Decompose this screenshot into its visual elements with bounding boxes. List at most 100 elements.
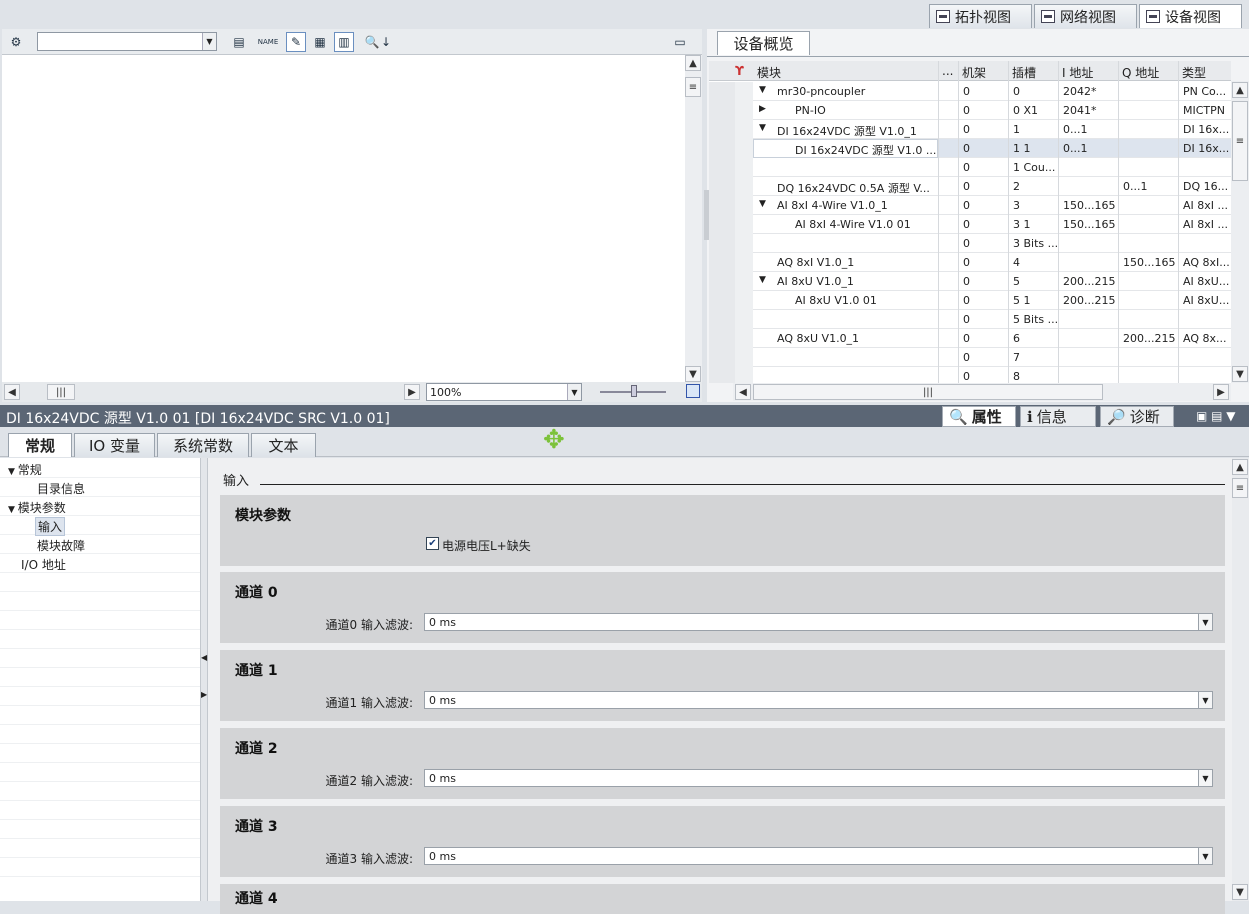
table-row[interactable]: ▼ AI 8xI 4-Wire V1.0_1 0 3 150...165 AI 8xI .… (709, 196, 1231, 215)
device-tool-icon[interactable]: ⚙ (6, 32, 26, 52)
col-dots[interactable]: ... (942, 64, 953, 78)
table-row[interactable]: AQ 8xU V1.0_1 0 6 200...215 AQ 8x... (709, 329, 1231, 348)
subtab-system-constants[interactable]: 系统常数 (157, 433, 249, 457)
scroll-left-icon[interactable]: ◀ (4, 384, 20, 400)
scroll-down-icon[interactable]: ▼ (1232, 366, 1248, 382)
show-module-labels-icon[interactable]: ▤ (229, 32, 249, 52)
table-row[interactable]: DQ 16x24VDC 0.5A 源型 V... 0 2 0...1 DQ 16... (709, 177, 1231, 196)
scroll-down-icon[interactable]: ▼ (1232, 884, 1248, 900)
table-row[interactable]: AI 8xU V1.0 01 0 5 1 200...215 AI 8xU... (709, 291, 1231, 310)
overview-horizontal-scrollbar[interactable]: ◀ ||| ▶ (733, 383, 1231, 401)
nav-io-address[interactable]: I/O 地址 (21, 556, 66, 573)
window-controls-icon[interactable]: ▣ ▤ ▼ (1196, 409, 1236, 423)
horizontal-scroll-thumb[interactable]: ||| (47, 384, 75, 400)
nav-module-fault[interactable]: 模块故障 (37, 537, 85, 554)
scroll-thumb[interactable]: ≡ (1232, 478, 1248, 498)
zoom-select[interactable]: 100% ▼ (426, 383, 582, 401)
collapse-left-icon[interactable]: ◀ (201, 653, 207, 662)
table-row[interactable]: AQ 8xI V1.0_1 0 4 150...165 AQ 8xI... (709, 253, 1231, 272)
overview-toggle-icon[interactable]: ▭ (670, 32, 690, 52)
row-expander-icon[interactable]: ▼ (759, 123, 766, 133)
table-row[interactable]: ▶ PN-IO 0 0 X1 2041* MICTPN (709, 101, 1231, 120)
col-q-address[interactable]: Q 地址 (1122, 64, 1159, 81)
scroll-up-icon[interactable]: ▲ (1232, 82, 1248, 98)
chevron-down-icon[interactable]: ▼ (1198, 770, 1212, 786)
chevron-down-icon[interactable]: ▼ (202, 33, 216, 50)
horizontal-scroll-thumb[interactable]: ||| (753, 384, 1103, 400)
row-expander-icon[interactable]: ▼ (759, 85, 766, 95)
table-row[interactable]: 07 (709, 348, 1231, 367)
scroll-down-icon[interactable]: ▼ (685, 366, 701, 382)
graphic-canvas[interactable] (2, 55, 685, 382)
tab-properties-label: 属性 (971, 408, 1002, 426)
subtab-texts[interactable]: 文本 (251, 433, 316, 457)
scroll-right-icon[interactable]: ▶ (404, 384, 420, 400)
chevron-down-icon[interactable]: ▼ (1198, 614, 1212, 630)
scroll-right-icon[interactable]: ▶ (1213, 384, 1229, 400)
row-expander-icon[interactable]: ▶ (759, 104, 766, 114)
expand-right-icon[interactable]: ▶ (201, 690, 207, 699)
supply-voltage-checkbox[interactable]: ✔ (426, 537, 439, 550)
device-select[interactable]: ▼ (37, 32, 217, 51)
tab-topology-view[interactable]: 拓扑视图 (929, 4, 1032, 28)
chevron-down-icon[interactable]: ▼ (567, 384, 581, 400)
table-row[interactable]: 0 5 Bits ... (709, 310, 1231, 329)
nav-module-params[interactable]: ▼ 模块参数 (8, 499, 66, 516)
move-icon[interactable]: ✥ (543, 427, 565, 453)
nav-input[interactable]: 输入 (35, 517, 66, 536)
tab-device-view[interactable]: 设备视图 (1139, 4, 1242, 28)
tab-device-overview[interactable]: 设备概览 (717, 31, 810, 55)
row-expander-icon[interactable]: ▼ (759, 275, 766, 285)
diagnostic-tool-icon[interactable]: ϒ (735, 64, 744, 78)
scroll-thumb[interactable]: ≡ (685, 77, 701, 97)
table-row[interactable]: DI 16x24VDC 源型 V1.0 ... 0 1 1 0...1 DI 16x..… (709, 139, 1231, 158)
nav-catalog-info[interactable]: 目录信息 (37, 480, 85, 497)
zoom-slider-handle[interactable] (631, 385, 637, 397)
channel-filter-select[interactable]: 0 ms ▼ (424, 847, 1213, 865)
table-row[interactable]: AI 8xI 4-Wire V1.0 01 0 3 1 150...165 AI 8xI… (709, 215, 1231, 234)
expand-icon[interactable]: ▼ (8, 505, 18, 515)
scroll-left-icon[interactable]: ◀ (735, 384, 751, 400)
table-row[interactable]: 0 3 Bits ... (709, 234, 1231, 253)
subtab-system-constants-label: 系统常数 (172, 437, 233, 455)
inspector-vertical-scrollbar[interactable]: ▲ ≡ ▼ (1232, 458, 1249, 901)
col-rack[interactable]: 机架 (962, 64, 986, 81)
canvas-vertical-scrollbar[interactable]: ▲ ≡ ▼ (685, 55, 702, 382)
tab-info[interactable]: ℹ 信息 (1020, 406, 1096, 427)
nav-splitter[interactable]: ◀ ▶ (200, 458, 208, 901)
overview-vertical-scrollbar[interactable]: ▲ ≡ ▼ (1231, 81, 1249, 383)
col-slot[interactable]: 插槽 (1012, 64, 1036, 81)
zoom-dropdown-icon[interactable]: ↓ (380, 32, 392, 52)
page-break-icon[interactable]: ▥ (334, 32, 354, 52)
subtab-general[interactable]: 常规 (8, 433, 72, 457)
table-row[interactable]: ▼ AI 8xU V1.0_1 0 5 200...215 AI 8xU... (709, 272, 1231, 291)
scroll-thumb[interactable]: ≡ (1232, 101, 1248, 181)
grid-icon[interactable]: ▦ (310, 32, 330, 52)
table-row[interactable]: 0 1 Cou... (709, 158, 1231, 177)
tab-diagnostics[interactable]: 🔎 诊断 (1100, 406, 1174, 427)
channel-filter-select[interactable]: 0 ms ▼ (424, 769, 1213, 787)
zoom-in-icon[interactable]: 🔍 (362, 32, 382, 52)
col-type[interactable]: 类型 (1182, 64, 1206, 81)
table-row[interactable]: ▼ mr30-pncoupler 0 0 2042* PN Co... (709, 82, 1231, 101)
channel-filter-select[interactable]: 0 ms ▼ (424, 691, 1213, 709)
chevron-down-icon[interactable]: ▼ (1198, 692, 1212, 708)
cell-slot: 1 Cou... (1013, 161, 1056, 174)
col-i-address[interactable]: I 地址 (1062, 64, 1093, 81)
name-label-icon[interactable]: NAME (258, 32, 279, 52)
tab-properties[interactable]: 🔍 属性 (942, 406, 1016, 427)
col-module[interactable]: 模块 (757, 64, 781, 81)
expand-icon[interactable]: ▼ (8, 467, 18, 477)
scroll-up-icon[interactable]: ▲ (1232, 459, 1248, 475)
table-row[interactable]: 08 (709, 367, 1231, 383)
tab-network-view[interactable]: 网络视图 (1034, 4, 1137, 28)
scroll-up-icon[interactable]: ▲ (685, 55, 701, 71)
channel-filter-select[interactable]: 0 ms ▼ (424, 613, 1213, 631)
table-row[interactable]: ▼ DI 16x24VDC 源型 V1.0_1 0 1 0...1 DI 16x... (709, 120, 1231, 139)
draw-tool-icon[interactable]: ✎ (286, 32, 306, 52)
chevron-down-icon[interactable]: ▼ (1198, 848, 1212, 864)
subtab-io-tags[interactable]: IO 变量 (74, 433, 155, 457)
row-expander-icon[interactable]: ▼ (759, 199, 766, 209)
fit-view-icon[interactable] (686, 384, 700, 398)
nav-general[interactable]: ▼ 常规 (8, 461, 42, 478)
